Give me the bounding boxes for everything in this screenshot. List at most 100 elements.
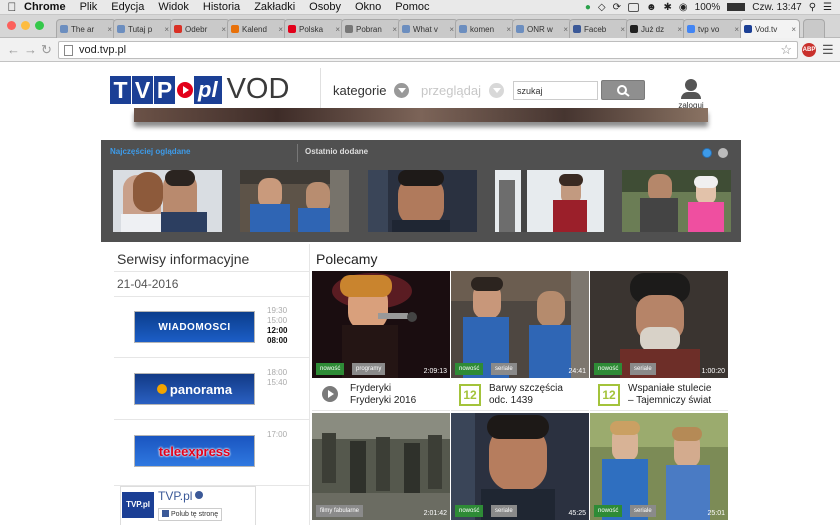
wiadomosci-logo[interactable]: WIADOMOSCI xyxy=(134,311,255,343)
browser-tab[interactable]: The ar × xyxy=(56,19,116,38)
menu-app-chrome[interactable]: Chrome xyxy=(24,1,66,13)
facebook-page-name[interactable]: TVP.pl xyxy=(158,489,204,503)
menu-okno[interactable]: Okno xyxy=(355,1,381,13)
sync-icon[interactable]: ⟳ xyxy=(613,2,621,13)
close-window-icon[interactable] xyxy=(7,21,16,30)
browser-tab[interactable]: Vod.tv × xyxy=(740,19,800,38)
airplay-icon[interactable] xyxy=(627,2,639,12)
video-card[interactable]: nowość seriale 25:01 xyxy=(590,413,728,520)
video-thumbnail[interactable] xyxy=(312,271,450,378)
browser-tab[interactable]: tvp vo × xyxy=(683,19,743,38)
login-button[interactable]: zaloguj xyxy=(674,79,708,110)
close-tab-icon[interactable]: × xyxy=(620,25,625,34)
menu-pomoc[interactable]: Pomoc xyxy=(395,1,429,13)
close-tab-icon[interactable]: × xyxy=(506,25,511,34)
carousel-thumb[interactable] xyxy=(495,170,604,232)
tab-recently-added[interactable]: Ostatnio dodane xyxy=(305,147,368,156)
video-caption[interactable]: 12 Barwy szczęścia odc. 1439 xyxy=(451,378,589,411)
browser-tab[interactable]: Polska × xyxy=(284,19,344,38)
menu-widok[interactable]: Widok xyxy=(158,1,189,13)
close-tab-icon[interactable]: × xyxy=(392,25,397,34)
news-service-wiadomosci[interactable]: WIADOMOSCI 19:30 15:00 12:00 08:00 xyxy=(114,296,310,358)
hero-banner[interactable] xyxy=(134,108,708,122)
search-input[interactable] xyxy=(513,81,598,100)
close-tab-icon[interactable]: × xyxy=(677,25,682,34)
browser-tab[interactable]: komen × xyxy=(455,19,515,38)
bookmark-star-icon[interactable]: ☆ xyxy=(780,42,792,58)
menu-historia[interactable]: Historia xyxy=(203,1,240,13)
browser-tab[interactable]: Pobran × xyxy=(341,19,401,38)
close-tab-icon[interactable]: × xyxy=(164,25,169,34)
evernote-icon[interactable]: ● xyxy=(585,2,591,13)
apple-icon[interactable]:  xyxy=(0,0,24,14)
wifi-icon[interactable]: ◉ xyxy=(679,2,688,13)
menu-edycja[interactable]: Edycja xyxy=(111,1,144,13)
video-card[interactable]: nowość seriale 45:25 xyxy=(451,413,589,520)
video-thumbnail[interactable] xyxy=(590,271,728,378)
back-icon[interactable]: ← xyxy=(7,42,20,57)
close-tab-icon[interactable]: × xyxy=(734,25,739,34)
battery-percent[interactable]: 100% xyxy=(695,2,721,13)
carousel-dot-active[interactable] xyxy=(702,148,712,158)
video-card[interactable]: nowość seriale 24:41 xyxy=(451,271,589,378)
chrome-menu-icon[interactable]: ☰ xyxy=(822,42,834,58)
dropbox-icon[interactable]: ◇ xyxy=(598,2,606,13)
browser-tab[interactable]: Już dz × xyxy=(626,19,686,38)
clock[interactable]: Czw. 13:47 xyxy=(752,2,801,13)
video-caption[interactable]: 12 Wspaniałe stulecie – Tajemniczy świat xyxy=(590,378,728,411)
close-tab-icon[interactable]: × xyxy=(278,25,283,34)
close-tab-icon[interactable]: × xyxy=(335,25,340,34)
minimize-window-icon[interactable] xyxy=(21,21,30,30)
browser-tab[interactable]: ONR w × xyxy=(512,19,572,38)
close-tab-icon[interactable]: × xyxy=(563,25,568,34)
tab-most-watched[interactable]: Najczęściej oglądane xyxy=(110,147,190,156)
user-icon[interactable]: ☻ xyxy=(646,2,657,13)
carousel-thumb[interactable] xyxy=(622,170,731,232)
spotlight-icon[interactable]: ⚲ xyxy=(809,2,816,13)
menu-zakladki[interactable]: Zakładki xyxy=(254,1,295,13)
carousel-dot[interactable] xyxy=(718,148,728,158)
close-tab-icon[interactable]: × xyxy=(791,25,796,34)
carousel-thumb[interactable] xyxy=(240,170,349,232)
browser-tab[interactable]: Odebr × xyxy=(170,19,230,38)
list-icon[interactable]: ☰ xyxy=(823,2,832,13)
nav-categories[interactable]: kategorie xyxy=(333,83,410,98)
video-caption[interactable]: Fryderyki Fryderyki 2016 xyxy=(312,378,450,411)
browser-tab[interactable]: Tutaj p × xyxy=(113,19,173,38)
bluetooth-icon[interactable]: ✱ xyxy=(664,2,672,13)
close-tab-icon[interactable]: × xyxy=(221,25,226,34)
video-card[interactable]: nowość programy 2:09:13 xyxy=(312,271,450,378)
forward-icon[interactable]: → xyxy=(24,42,37,57)
tvp-vod-logo[interactable]: T V P pl VOD xyxy=(110,73,289,106)
browser-tab[interactable]: Faceb × xyxy=(569,19,629,38)
video-thumbnail[interactable] xyxy=(590,413,728,520)
reload-icon[interactable]: ↻ xyxy=(41,42,52,58)
adblock-plus-icon[interactable]: ABP xyxy=(802,43,816,57)
news-time[interactable]: 08:00 xyxy=(267,336,287,345)
new-tab-button[interactable] xyxy=(803,19,825,38)
carousel-thumb[interactable] xyxy=(368,170,477,232)
news-service-teleexpress[interactable]: teleexpress 17:00 xyxy=(114,420,310,486)
zoom-window-icon[interactable] xyxy=(35,21,44,30)
carousel-thumb[interactable] xyxy=(113,170,222,232)
news-service-panorama[interactable]: panorama 18:00 15:40 xyxy=(114,358,310,420)
video-card[interactable]: nowość seriale 1:00:20 xyxy=(590,271,728,378)
video-thumbnail[interactable] xyxy=(451,271,589,378)
panorama-logo[interactable]: panorama xyxy=(134,373,255,405)
close-tab-icon[interactable]: × xyxy=(107,25,112,34)
teleexpress-logo[interactable]: teleexpress xyxy=(134,435,255,467)
browser-tab[interactable]: What v × xyxy=(398,19,458,38)
video-card[interactable]: filmy fabularne 2:01:42 xyxy=(312,413,450,520)
close-tab-icon[interactable]: × xyxy=(449,25,454,34)
browser-tab[interactable]: Kalend × xyxy=(227,19,287,38)
menu-plik[interactable]: Plik xyxy=(80,1,98,13)
video-thumbnail[interactable] xyxy=(451,413,589,520)
tvp-fb-logo[interactable]: TVP.pl xyxy=(122,492,154,518)
news-time[interactable]: 12:00 xyxy=(267,326,287,335)
address-bar[interactable]: vod.tvp.pl ☆ xyxy=(58,41,798,59)
facebook-like-button[interactable]: Polub tę stronę xyxy=(158,508,223,521)
nav-browse[interactable]: przeglądaj xyxy=(421,83,504,98)
menu-osoby[interactable]: Osoby xyxy=(309,1,341,13)
search-button[interactable] xyxy=(601,80,645,100)
video-thumbnail[interactable] xyxy=(312,413,450,520)
